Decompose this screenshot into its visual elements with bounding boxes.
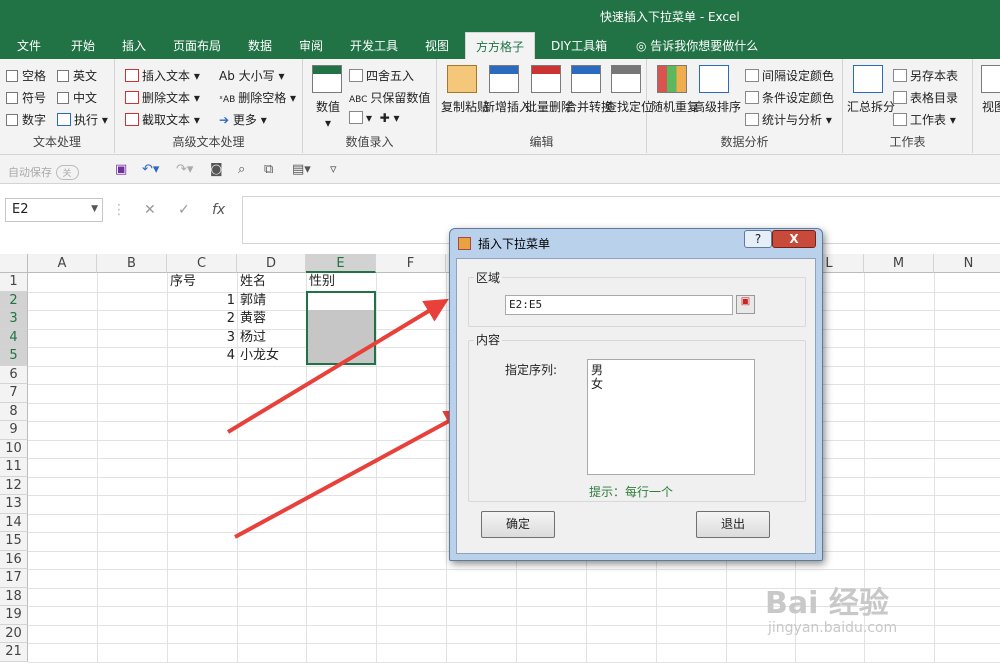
list-item: 男 [591,363,604,377]
arrow-to-list [234,410,470,539]
range-select-icon[interactable]: ▣ [736,295,755,314]
dialog-app-icon [458,237,471,250]
ok-button[interactable]: 确定 [481,511,555,538]
exit-button[interactable]: 退出 [696,511,770,538]
baidu-watermark-url: jingyan.baidu.com [768,620,898,636]
list-label: 指定序列: [505,363,558,377]
range-input[interactable]: E2:E5 [505,295,733,315]
list-textarea[interactable]: 男 女 [587,359,755,475]
arrow-to-region [226,298,449,434]
close-button[interactable]: X [772,230,816,248]
hint-text: 提示：每行一个 [589,485,674,499]
content-label: 内容 [474,331,503,348]
region-label: 区域 [474,269,503,286]
dialog-title: 插入下拉菜单 [478,237,551,251]
help-button[interactable]: ? [744,230,772,248]
list-item: 女 [591,377,604,391]
baidu-watermark-logo: Bai 经验 [765,586,889,621]
insert-dropdown-dialog: 插入下拉菜单 ? X 区域 E2:E5 ▣ 内容 指定序列: 男 女 提示：每行… [449,228,823,561]
dialog-body: 区域 E2:E5 ▣ 内容 指定序列: 男 女 提示：每行一个 确定 退出 [456,258,816,554]
